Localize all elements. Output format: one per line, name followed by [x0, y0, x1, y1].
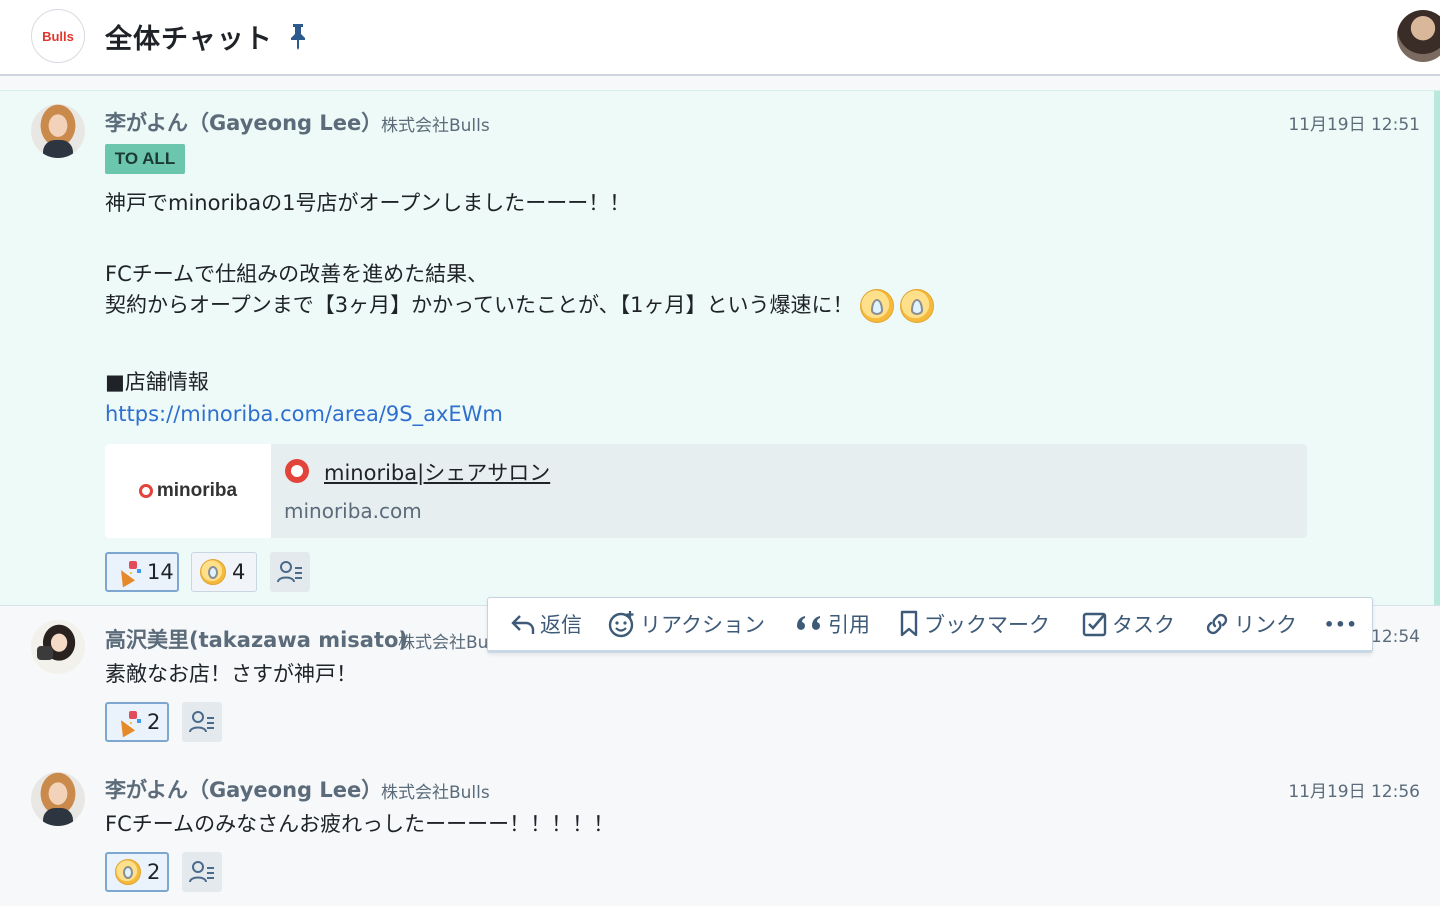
link-preview-thumbnail: minoriba: [105, 444, 271, 538]
message-text: 神戸でminoribaの1号店がオープンしましたーーー！！: [105, 191, 631, 215]
sender-org: 株式会社Bu: [398, 633, 489, 653]
sender-org: 株式会社Bulls: [381, 783, 490, 803]
message-link[interactable]: https://minoriba.com/area/9S_axEWm: [105, 402, 503, 426]
link-label: リンク: [1234, 613, 1297, 637]
avatar[interactable]: [31, 620, 85, 674]
message-text-line: 契約からオープンまで【3ヶ月】かかっていたことが、【1ヶ月】という爆速に！: [105, 289, 934, 323]
message-action-toolbar: 返信 リアクション 引用 ブックマーク タスク リンク •••: [487, 597, 1373, 653]
message-item: 李がよん（Gayeong Lee） 株式会社Bulls 11月19日 12:51…: [0, 90, 1440, 606]
avatar[interactable]: [31, 772, 85, 826]
link-preview-card[interactable]: minoriba minoriba|シェアサロン minoriba.com: [105, 444, 1307, 538]
reply-button[interactable]: 返信: [510, 609, 582, 639]
reaction-count: 4: [232, 560, 246, 584]
room-logo-text: Bulls: [42, 28, 74, 44]
room-title: 全体チャット: [105, 24, 273, 55]
sender-name[interactable]: 高沢美里(takazawa misato): [105, 624, 408, 654]
link-button[interactable]: リンク: [1204, 609, 1297, 639]
sweat-face-icon: [115, 859, 141, 885]
user-list-icon: [277, 561, 302, 583]
message-item: 李がよん（Gayeong Lee） 株式会社Bulls 11月19日 12:56…: [0, 756, 1440, 906]
bookmark-icon: [900, 610, 918, 637]
party-popper-icon: [115, 559, 141, 585]
message-timestamp: 11月19日 12:51: [1288, 115, 1420, 135]
room-header: Bulls 全体チャット: [0, 0, 1440, 76]
message-text: 素敵なお店！さすが神戸！: [105, 662, 357, 686]
task-label: タスク: [1112, 613, 1175, 637]
sender-org: 株式会社Bulls: [381, 116, 490, 136]
message-text: FCチームのみなさんお疲れっしたーーーー！！！！！: [105, 812, 615, 836]
message-text: ■店舗情報: [105, 370, 209, 394]
minoriba-logo-icon: [138, 484, 153, 498]
user-list-icon: [189, 711, 214, 733]
room-logo[interactable]: Bulls: [31, 9, 85, 63]
more-icon: •••: [1324, 614, 1358, 634]
reaction-users-button[interactable]: [270, 552, 310, 592]
sweat-face-icon: [899, 289, 934, 323]
link-preview-domain: minoriba.com: [284, 499, 422, 523]
message-timestamp: 11月19日 12:56: [1288, 782, 1420, 802]
reaction-chip[interactable]: 4: [191, 552, 257, 592]
reaction-count: 2: [147, 860, 161, 884]
bookmark-button[interactable]: ブックマーク: [898, 609, 1050, 639]
add-emoji-icon: [608, 611, 634, 638]
sweat-face-icon: [200, 559, 226, 585]
to-all-badge: TO ALL: [105, 144, 185, 174]
more-options-button[interactable]: •••: [1324, 609, 1358, 639]
bookmark-label: ブックマーク: [924, 613, 1050, 637]
reply-label: 返信: [540, 613, 582, 637]
message-timestamp: 12:54: [1371, 627, 1420, 647]
reaction-button[interactable]: リアクション: [608, 609, 765, 639]
user-avatar[interactable]: [1397, 10, 1440, 62]
task-button[interactable]: タスク: [1082, 609, 1175, 639]
party-popper-icon: [115, 709, 141, 735]
reaction-users-button[interactable]: [182, 852, 222, 892]
link-preview-title[interactable]: minoriba|シェアサロン: [324, 457, 550, 487]
reaction-label: リアクション: [640, 613, 765, 637]
quote-icon: [797, 616, 820, 630]
reaction-users-button[interactable]: [182, 702, 222, 742]
reaction-chip[interactable]: 2: [105, 852, 169, 892]
user-list-icon: [189, 861, 214, 883]
message-text: 契約からオープンまで【3ヶ月】かかっていたことが、【1ヶ月】という爆速に！: [105, 293, 854, 317]
reaction-count: 2: [147, 710, 161, 734]
favicon-icon: [285, 459, 309, 483]
reply-arrow-icon: [511, 615, 535, 634]
sender-name[interactable]: 李がよん（Gayeong Lee）: [105, 774, 382, 804]
reaction-chip[interactable]: 14: [105, 552, 179, 592]
pin-icon[interactable]: [288, 22, 308, 50]
sweat-face-icon: [859, 289, 894, 323]
quote-label: 引用: [828, 613, 870, 637]
quote-button[interactable]: 引用: [794, 609, 870, 639]
task-checkbox-icon: [1082, 612, 1107, 637]
thumbnail-text: minoriba: [156, 480, 238, 501]
reaction-chip[interactable]: 2: [105, 702, 169, 742]
reaction-count: 14: [147, 560, 174, 584]
link-chain-icon: [1206, 613, 1228, 635]
sender-name[interactable]: 李がよん（Gayeong Lee）: [105, 107, 382, 137]
avatar[interactable]: [31, 104, 85, 158]
message-text: FCチームで仕組みの改善を進めた結果、: [105, 262, 489, 286]
